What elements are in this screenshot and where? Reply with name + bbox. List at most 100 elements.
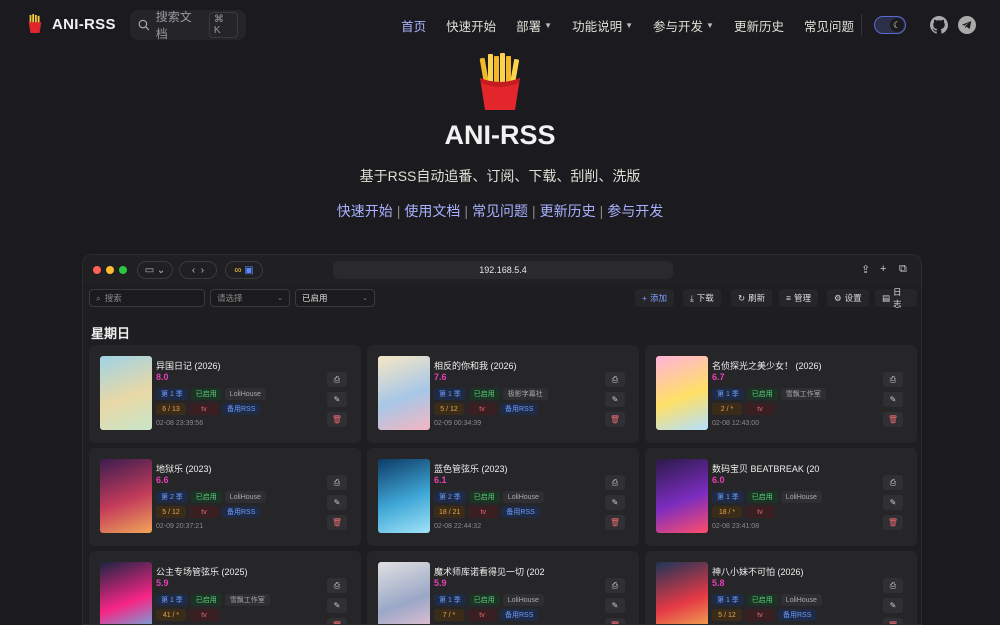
download-icon: ⎙ bbox=[327, 475, 347, 490]
status-tag: 已启用 bbox=[468, 388, 500, 400]
nav-faq[interactable]: 常见问题 bbox=[804, 16, 854, 35]
search-button[interactable]: 搜索文档 ⌘ K bbox=[130, 10, 246, 41]
anime-title: 蓝色管弦乐 (2023) bbox=[434, 464, 508, 474]
status-tag: 已启用 bbox=[746, 388, 778, 400]
group-tag: 雪飘工作室 bbox=[224, 594, 270, 606]
link-changelog[interactable]: 更新历史 bbox=[540, 203, 596, 219]
nav-home[interactable]: 首页 bbox=[401, 16, 426, 35]
group-tag: LoliHouse bbox=[780, 594, 822, 606]
anime-score: 6.0 bbox=[712, 475, 725, 485]
edit-icon: ✎ bbox=[327, 392, 347, 407]
anime-poster bbox=[378, 562, 430, 624]
download-icon: ⎙ bbox=[605, 475, 625, 490]
link-separator: | bbox=[532, 203, 536, 219]
anime-card: 数码宝贝 BEATBREAK (20 6.0 第 1 季已启用 LoliHouse 18… bbox=[645, 448, 917, 546]
anime-poster bbox=[656, 562, 708, 624]
group-tag: LoliHouse bbox=[502, 594, 544, 606]
type-tag: tv bbox=[189, 506, 219, 518]
app-search-input: ⌕ 搜索 bbox=[89, 289, 205, 307]
download-icon: ⎙ bbox=[883, 578, 903, 593]
gear-icon: ⚙ bbox=[834, 292, 842, 303]
anime-score: 6.6 bbox=[156, 475, 169, 485]
top-nav: ANI-RSS 搜索文档 ⌘ K 首页 快速开始 部署 ▼ 功能说明 ▼ 参与开发 ▼… bbox=[0, 0, 1000, 50]
link-faq[interactable]: 常见问题 bbox=[472, 203, 528, 219]
status-select-value: 已启用 bbox=[302, 293, 328, 303]
anime-poster bbox=[100, 562, 152, 624]
edit-icon: ✎ bbox=[605, 598, 625, 613]
brand-logo[interactable]: ANI-RSS bbox=[26, 14, 116, 34]
tag-row-1: 第 1 季已启用 LoliHouse bbox=[434, 594, 544, 606]
download-icon: ⎙ bbox=[327, 578, 347, 593]
tag-row-1: 第 1 季已启用 LoliHouse bbox=[712, 491, 822, 503]
settings-button: ⚙ 设置 bbox=[827, 289, 869, 307]
edit-icon: ✎ bbox=[327, 598, 347, 613]
log-icon: ▤ bbox=[882, 292, 891, 303]
nav-features-label: 功能说明 bbox=[572, 20, 623, 34]
nav-quickstart[interactable]: 快速开始 bbox=[446, 16, 496, 35]
group-tag: LoliHouse bbox=[780, 491, 822, 503]
group-tag: LoliHouse bbox=[224, 491, 266, 503]
browser-toolbar: ▭ ⌄ ‹ › ∞ ▣ 192.168.5.4 ⇪ + ⧉ bbox=[83, 255, 921, 285]
anime-score: 5.9 bbox=[156, 578, 169, 588]
nav-faq-label: 常见问题 bbox=[803, 20, 854, 34]
delete-icon: 🗑 bbox=[883, 618, 903, 624]
nav-deploy[interactable]: 部署 ▼ bbox=[516, 16, 552, 35]
delete-icon: 🗑 bbox=[883, 515, 903, 530]
tag-row-1: 第 1 季已启用 雪飘工作室 bbox=[712, 388, 826, 400]
anime-title: 相反的你和我 (2026) bbox=[434, 361, 517, 371]
download-button: ⤓ 下载 bbox=[683, 289, 721, 307]
download-icon: ⎙ bbox=[883, 372, 903, 387]
type-tag: tv bbox=[745, 506, 775, 518]
category-select: 请选择 ⌄ bbox=[210, 289, 290, 307]
delete-icon: 🗑 bbox=[327, 618, 347, 624]
hero-subtitle: 基于RSS自动追番、订阅、下载、刮削、洗版 bbox=[359, 168, 641, 184]
link-quickstart[interactable]: 快速开始 bbox=[337, 203, 393, 219]
hero-title: ANI-RSS bbox=[444, 120, 556, 150]
group-tag: LoliHouse bbox=[502, 491, 544, 503]
sidebar-toggle-icon: ▭ ⌄ bbox=[137, 261, 173, 279]
link-contribute[interactable]: 参与开发 bbox=[607, 203, 663, 219]
delete-icon: 🗑 bbox=[605, 412, 625, 427]
season-tag: 第 1 季 bbox=[712, 388, 744, 400]
delete-icon: 🗑 bbox=[883, 412, 903, 427]
nav-features[interactable]: 功能说明 ▼ bbox=[572, 16, 633, 35]
add-label: 添加 bbox=[649, 293, 667, 303]
refresh-label: 刷新 bbox=[748, 293, 766, 303]
anime-score: 5.9 bbox=[434, 578, 447, 588]
link-separator: | bbox=[599, 203, 604, 219]
tag-row-1: 第 2 季已启用 LoliHouse bbox=[434, 491, 544, 503]
github-icon[interactable] bbox=[930, 16, 948, 34]
type-tag: tv bbox=[745, 609, 775, 621]
group-tag: 雪飘工作室 bbox=[780, 388, 826, 400]
search-icon: ⌕ bbox=[96, 292, 101, 303]
search-placeholder: 搜索文档 bbox=[155, 10, 192, 41]
backup-rss-tag: 备用RSS bbox=[500, 609, 539, 621]
group-tag: 极影字幕社 bbox=[502, 388, 548, 400]
tabs-icon: ⧉ bbox=[899, 263, 907, 275]
link-docs[interactable]: 使用文档 bbox=[404, 203, 460, 219]
progress-tag: 7 / * bbox=[434, 609, 464, 621]
anime-score: 7.6 bbox=[434, 372, 447, 382]
tag-row-2: 7 / * tv 备用RSS bbox=[434, 609, 539, 621]
nav-contribute[interactable]: 参与开发 ▼ bbox=[653, 16, 714, 35]
delete-icon: 🗑 bbox=[605, 618, 625, 624]
theme-toggle[interactable]: ☾ bbox=[874, 16, 906, 34]
status-tag: 已启用 bbox=[468, 594, 500, 606]
share-icon: ⇪ bbox=[861, 264, 871, 276]
progress-tag: 18 / * bbox=[712, 506, 742, 518]
download-icon: ⎙ bbox=[327, 372, 347, 387]
edit-icon: ✎ bbox=[883, 598, 903, 613]
nav-changelog[interactable]: 更新历史 bbox=[734, 16, 784, 35]
progress-tag: 41 / * bbox=[156, 609, 186, 621]
anime-card: 相反的你和我 (2026) 7.6 第 1 季已启用 极影字幕社 5 / 12 tv 备用R… bbox=[367, 345, 639, 443]
anime-title: 魔术师库诺看得见一切 (202 bbox=[434, 567, 545, 577]
type-tag: tv bbox=[467, 609, 497, 621]
chevron-down-icon: ▼ bbox=[625, 21, 634, 30]
anime-poster bbox=[656, 356, 708, 430]
progress-tag: 5 / 12 bbox=[434, 403, 464, 415]
season-tag: 第 1 季 bbox=[434, 594, 466, 606]
tag-row-2: 18 / * tv bbox=[712, 506, 775, 518]
type-tag: tv bbox=[189, 609, 219, 621]
telegram-icon[interactable] bbox=[958, 16, 976, 34]
anime-card: 魔术师库诺看得见一切 (202 5.9 第 1 季已启用 LoliHouse 7 / *… bbox=[367, 551, 639, 624]
